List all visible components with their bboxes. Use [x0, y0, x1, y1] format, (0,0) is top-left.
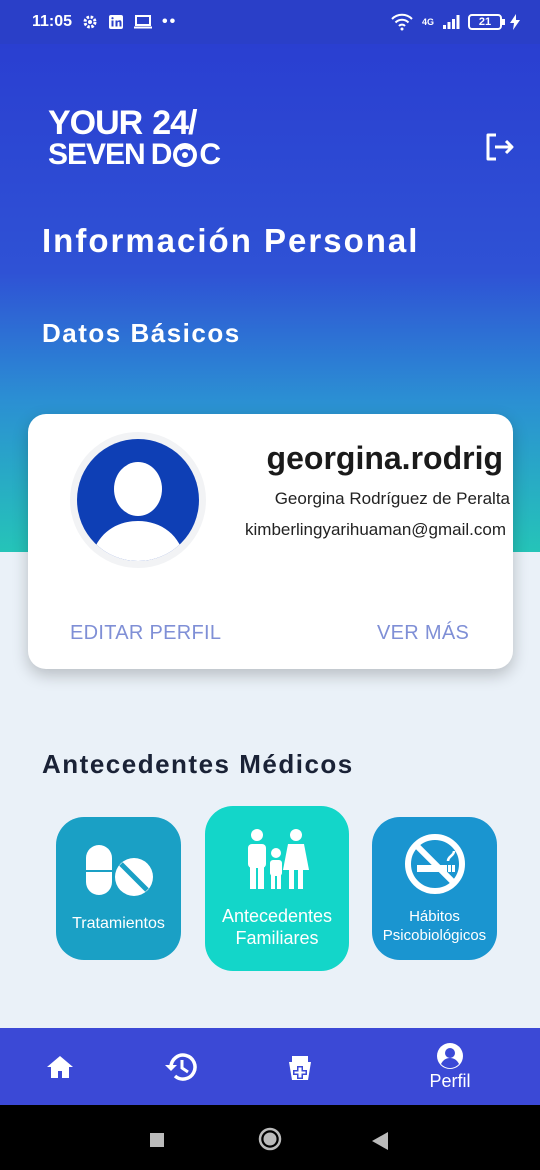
family-history-label: Antecedentes Familiares — [221, 905, 333, 948]
logo-letter-c: C — [199, 138, 221, 171]
pills-icon — [85, 845, 153, 896]
history-icon — [165, 1052, 197, 1081]
medical-history-title: Antecedentes Médicos — [42, 749, 354, 779]
username: georgina.rodrig — [266, 440, 503, 476]
home-system-icon[interactable] — [258, 1127, 282, 1151]
basic-data-title: Datos Básicos — [42, 318, 241, 348]
family-icon — [248, 828, 309, 889]
status-left: 11:05 •• — [32, 13, 177, 31]
status-time: 11:05 — [32, 13, 73, 30]
more-notifications-icon: •• — [162, 13, 178, 30]
bottom-navigation: Perfil — [0, 1028, 540, 1105]
treatments-tile[interactable]: Tratamientos — [56, 817, 181, 960]
family-history-tile[interactable]: Antecedentes Familiares — [205, 806, 349, 971]
nav-home[interactable] — [15, 1028, 105, 1105]
logout-button[interactable] — [484, 132, 516, 162]
profile-icon — [437, 1042, 463, 1069]
logo-number: 24/ — [152, 104, 197, 142]
avatar-placeholder — [77, 439, 199, 561]
system-navigation-bar — [0, 1105, 540, 1170]
see-more-button[interactable]: VER MÁS — [377, 622, 469, 645]
home-icon — [47, 1055, 73, 1078]
logout-icon — [486, 133, 514, 161]
logo-word-seven: SEVEN — [48, 138, 146, 171]
full-name: Georgina Rodríguez de Peralta — [274, 489, 510, 508]
avatar — [70, 432, 206, 568]
medical-kit-icon — [289, 1055, 311, 1080]
nav-profile[interactable]: Perfil — [405, 1028, 495, 1105]
logo-signal-o-icon — [173, 142, 198, 167]
email: kimberlingyarihuaman@gmail.com — [245, 520, 507, 539]
edit-profile-button[interactable]: EDITAR PERFIL — [70, 622, 221, 645]
habits-tile[interactable]: Hábitos Psicobiológicos — [372, 817, 497, 960]
network-type: 4G — [421, 17, 434, 27]
charging-icon — [510, 14, 520, 30]
habits-label: Hábitos Psicobiológicos — [382, 907, 487, 944]
recents-icon[interactable] — [150, 1133, 164, 1147]
logo-letter-d: D — [150, 138, 173, 171]
linkedin-icon — [109, 15, 124, 29]
nav-history[interactable] — [135, 1028, 225, 1105]
status-bar: 11:05 •• 4G 21 — [0, 0, 540, 44]
user-icon — [91, 462, 185, 561]
back-icon[interactable] — [372, 1132, 388, 1150]
profile-card: georgina.rodrig Georgina Rodríguez de Pe… — [28, 414, 513, 669]
status-right: 4G 21 — [390, 13, 520, 31]
wifi-icon — [391, 13, 413, 31]
no-smoking-icon — [404, 833, 465, 894]
treatments-label: Tratamientos — [72, 915, 165, 932]
signal-icon — [443, 15, 460, 29]
battery-level: 21 — [478, 16, 492, 28]
desktop-icon — [134, 15, 153, 29]
app-logo: YOUR 24/ SEVEN D C — [48, 104, 221, 171]
logo-word-your: YOUR — [48, 104, 143, 142]
nav-profile-label: Perfil — [429, 1070, 471, 1091]
logo-doc: D C — [150, 138, 221, 171]
nav-medical-kit[interactable] — [255, 1028, 345, 1105]
battery-icon: 21 — [468, 14, 505, 30]
settings-icon — [83, 15, 97, 29]
page-title: Información Personal — [42, 222, 420, 259]
